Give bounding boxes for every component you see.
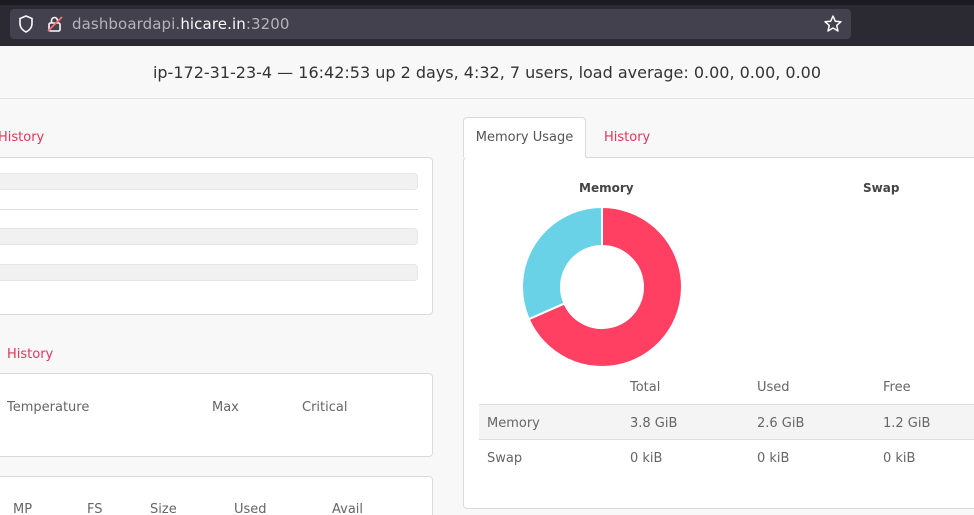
shield-icon[interactable] [18,15,34,33]
lock-insecure-icon[interactable] [46,15,64,33]
column-header-avail: Avail [332,502,364,515]
memory-used: 2.6 GiB [757,416,805,431]
column-header-mp: MP [13,502,33,515]
url-host: hicare.in [180,15,246,33]
table-row: Swap 0 kiB 0 kiB 0 kiB [479,441,974,477]
row-label: Swap [487,451,523,466]
swap-chart-title: Swap [863,181,900,195]
column-header-used: Used [757,380,790,395]
table-row: Memory 3.8 GiB 2.6 GiB 1.2 GiB [479,404,974,440]
tab-sensors-history[interactable]: History [7,347,53,362]
column-header-size: Size [150,502,177,515]
column-header-max: Max [212,400,239,415]
url-text[interactable]: dashboardapi.hicare.in:3200 [72,15,290,33]
swap-total: 0 kiB [630,451,663,466]
url-port: :3200 [245,15,290,33]
column-header-critical: Critical [302,400,348,415]
tab-cpu-history[interactable]: History [0,130,44,145]
swap-free: 0 kiB [883,451,916,466]
column-header-used: Used [234,502,267,515]
column-header-temperature: Temperature [7,400,90,415]
sensors-panel: Temperature Max Critical [0,373,433,457]
column-header-fs: FS [87,502,103,515]
bookmark-star-icon[interactable] [823,14,843,34]
url-host-prefix: dashboardapi. [72,15,181,33]
donut-slice-free[interactable] [521,205,603,321]
host-status-line: ip-172-31-23-4 — 16:42:53 up 2 days, 4:3… [0,46,974,99]
column-header-free: Free [883,380,911,395]
cpu-usage-bar [0,228,418,245]
divider [0,209,418,210]
cpu-usage-bar [0,173,418,190]
memory-free: 1.2 GiB [883,416,931,431]
row-label: Memory [487,416,540,431]
column-header-total: Total [630,380,661,395]
address-bar[interactable]: dashboardapi.hicare.in:3200 [10,9,851,39]
browser-toolbar: dashboardapi.hicare.in:3200 [0,0,974,46]
cpu-panel [0,157,433,315]
cpu-usage-bar [0,264,418,281]
memory-chart-title: Memory [579,181,634,195]
memory-donut-chart [521,205,683,368]
tab-memory-usage[interactable]: Memory Usage [463,117,586,158]
disk-panel: MP FS Size Used Avail [0,476,433,515]
memory-total: 3.8 GiB [630,416,678,431]
swap-used: 0 kiB [757,451,790,466]
tab-memory-history[interactable]: History [604,130,650,145]
